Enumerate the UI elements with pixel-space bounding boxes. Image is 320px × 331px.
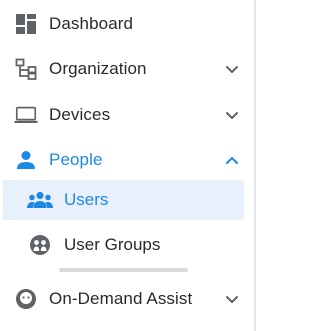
nav-item-people[interactable]: People <box>0 140 254 180</box>
nav-item-label: Devices <box>49 105 111 124</box>
nav-item-label: Organization <box>49 59 147 78</box>
users-icon <box>27 188 53 212</box>
nav-item-on-demand-assist[interactable]: On-Demand Assist <box>0 279 254 319</box>
chevron-down-icon[interactable] <box>224 107 240 123</box>
nav-item-devices[interactable]: Devices <box>0 95 254 135</box>
sub-item-users[interactable]: Users <box>3 180 244 220</box>
sidebar-divider <box>254 0 256 331</box>
sidebar-nav: Dashboard Organization Devices People Us… <box>0 0 256 331</box>
sub-item-user-groups[interactable]: User Groups <box>3 225 244 265</box>
dashboard-icon <box>14 12 38 36</box>
chevron-down-icon[interactable] <box>224 291 240 307</box>
assist-agent-icon <box>14 287 38 311</box>
nav-item-label: On-Demand Assist <box>49 289 193 308</box>
sub-item-label: User Groups <box>64 235 161 254</box>
nav-item-organization[interactable]: Organization <box>0 49 254 89</box>
laptop-icon <box>14 103 38 127</box>
chevron-down-icon[interactable] <box>224 61 240 77</box>
nav-item-dashboard[interactable]: Dashboard <box>0 4 254 44</box>
user-groups-icon <box>27 233 53 257</box>
person-icon <box>14 148 38 172</box>
sub-item-label: Users <box>64 190 109 209</box>
horizontal-scrollbar[interactable] <box>59 268 188 272</box>
organization-icon <box>14 57 38 81</box>
chevron-up-icon[interactable] <box>224 152 240 168</box>
nav-item-label: Dashboard <box>49 14 134 33</box>
nav-item-label: People <box>49 150 103 169</box>
